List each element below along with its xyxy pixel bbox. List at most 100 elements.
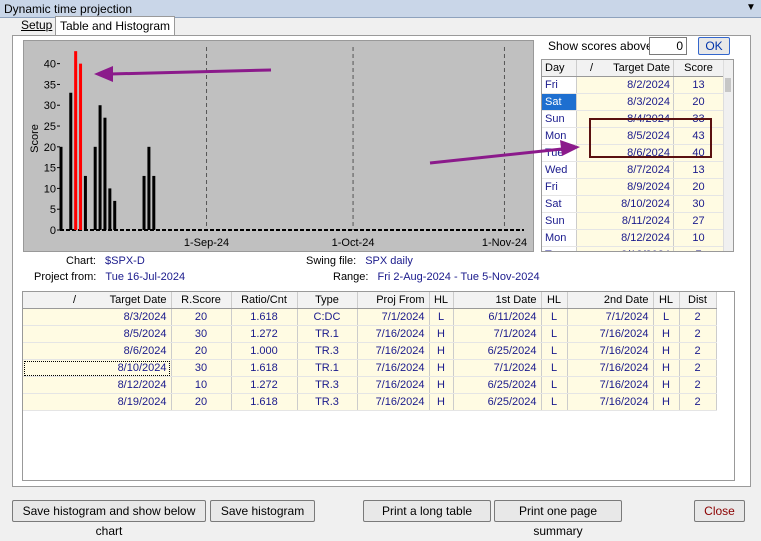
detail-col-header[interactable]: / Target Date — [23, 292, 172, 309]
histogram-svg: 0 5 10 15 20 25 30 35 40 Score 1-Sep-24 1-Oct-24 1-N… — [29, 47, 527, 249]
ok-button[interactable]: OK — [698, 37, 730, 55]
detail-col-header[interactable]: 2nd Date — [567, 292, 654, 309]
score-cell-date: 8/6/2024 — [576, 144, 674, 162]
tab-table-and-histogram-label: Table and Histogram — [60, 19, 171, 33]
score-cell-day: Sat — [542, 93, 577, 111]
score-row[interactable]: Wed 8/7/2024 13 — [542, 161, 724, 179]
detail-cell: 7/1/2024 — [357, 308, 430, 326]
detail-col-header[interactable]: HL — [541, 292, 568, 309]
detail-cell: 2 — [679, 393, 717, 411]
detail-col-header[interactable]: HL — [653, 292, 680, 309]
detail-cell: 8/6/2024 — [23, 342, 172, 360]
show-scores-label: Show scores above: — [548, 39, 657, 53]
score-row[interactable]: Sun 8/11/2024 27 — [542, 212, 724, 230]
score-table: Day / Target Date Score Fri 8/2/2024 13 Sat 8… — [541, 59, 734, 252]
detail-cell: H — [653, 325, 680, 343]
down-arrow-icon[interactable]: ▼ — [745, 2, 757, 14]
score-cell-score: 7 — [673, 246, 724, 251]
score-cell-date: 8/5/2024 — [576, 127, 674, 145]
save-histogram-button[interactable]: Save histogram — [210, 500, 315, 522]
score-cell-day: Tue — [542, 144, 577, 162]
histogram-bar — [74, 51, 78, 231]
print-long-table-button[interactable]: Print a long table — [363, 500, 491, 522]
x-tick-label: 1-Nov-24 — [482, 237, 527, 249]
detail-cell: 2 — [679, 376, 717, 394]
sort-glyph: / — [73, 294, 77, 306]
col-day[interactable]: Day — [542, 60, 577, 77]
chart-value: $SPX-D — [105, 255, 145, 267]
detail-cell: 2 — [679, 308, 717, 326]
detail-col-header[interactable]: HL — [429, 292, 454, 309]
y-tick-label: 10 — [44, 183, 56, 195]
score-row[interactable]: Sun 8/4/2024 33 — [542, 110, 724, 128]
detail-col-header[interactable]: R.Score — [171, 292, 232, 309]
close-button[interactable]: Close — [694, 500, 745, 522]
detail-col-header[interactable]: Type — [297, 292, 358, 309]
detail-row[interactable]: 8/19/2024 20 1.618 TR.3 7/16/2024 H 6/25/2024 L… — [23, 393, 717, 411]
y-tick-label: 35 — [44, 79, 56, 91]
detail-cell: 8/10/2024 — [23, 359, 172, 377]
print-summary-button[interactable]: Print one page summary — [494, 500, 622, 538]
detail-row[interactable]: 8/6/2024 20 1.000 TR.3 7/16/2024 H 6/25/2024 L 7… — [23, 342, 717, 360]
detail-cell: 8/5/2024 — [23, 325, 172, 343]
detail-col-header[interactable]: Ratio/Cnt — [231, 292, 298, 309]
score-row[interactable]: Fri 8/2/2024 13 — [542, 76, 724, 94]
col-score[interactable]: Score — [673, 60, 724, 77]
score-cell-day: Sun — [542, 110, 577, 128]
detail-col-header[interactable]: Dist — [679, 292, 717, 309]
detail-cell: H — [429, 342, 454, 360]
score-cell-date: 8/2/2024 — [576, 76, 674, 94]
score-row[interactable]: Sat 8/10/2024 30 — [542, 195, 724, 213]
show-scores-input[interactable] — [649, 37, 687, 55]
detail-cell: 7/16/2024 — [357, 325, 430, 343]
score-cell-score: 40 — [673, 144, 724, 162]
tab-setup-label: Setup — [21, 18, 53, 32]
detail-cell: 30 — [171, 359, 232, 377]
score-row[interactable]: Fri 8/9/2024 20 — [542, 178, 724, 196]
histogram-chart: 0 5 10 15 20 25 30 35 40 Score 1-Sep-24 1-Oct-24 1-N… — [23, 40, 534, 252]
detail-cell: 30 — [171, 325, 232, 343]
scrollbar-thumb[interactable] — [725, 78, 731, 92]
detail-cell: H — [653, 342, 680, 360]
score-cell-date: 8/9/2024 — [576, 178, 674, 196]
save-histogram-and-show-button[interactable]: Save histogram and show below chart — [12, 500, 206, 538]
detail-cell: L — [541, 342, 568, 360]
project-from-label: Project from: — [34, 271, 97, 283]
score-row[interactable]: Sat 8/3/2024 20 — [542, 93, 724, 111]
detail-cell: 6/25/2024 — [453, 342, 542, 360]
range-label: Range: — [333, 271, 369, 283]
detail-cell: 10 — [171, 376, 232, 394]
detail-cell: 7/16/2024 — [567, 393, 654, 411]
y-tick-label: 25 — [44, 121, 56, 133]
swing-file-value: SPX daily — [365, 255, 413, 267]
score-row[interactable]: Tue 8/6/2024 40 — [542, 144, 724, 162]
tab-setup[interactable]: Setup — [17, 16, 56, 34]
detail-row[interactable]: 8/10/2024 30 1.618 TR.1 7/16/2024 H 7/1/2024 L 7… — [23, 359, 717, 377]
sort-glyph: / — [590, 62, 594, 74]
detail-cell: 1.272 — [231, 376, 298, 394]
col-target-date[interactable]: / Target Date — [576, 60, 674, 77]
score-row[interactable]: Mon 8/12/2024 10 — [542, 229, 724, 247]
detail-cell: 7/16/2024 — [357, 393, 430, 411]
histogram-bar — [93, 146, 97, 230]
score-cell-date: 8/4/2024 — [576, 110, 674, 128]
y-axis-label: Score — [29, 124, 41, 153]
detail-col-header[interactable]: Proj From — [357, 292, 430, 309]
score-row[interactable]: Mon 8/5/2024 43 — [542, 127, 724, 145]
score-row[interactable]: Tue8/13/20247 — [542, 246, 724, 251]
histogram-bar — [108, 188, 112, 230]
tab-table-and-histogram[interactable]: Table and Histogram — [55, 16, 176, 36]
detail-row[interactable]: 8/12/2024 10 1.272 TR.3 7/16/2024 H 6/25/2024 L… — [23, 376, 717, 394]
detail-cell: H — [429, 376, 454, 394]
histogram-bar — [152, 175, 156, 230]
score-cell-day: Mon — [542, 127, 577, 145]
detail-col-header[interactable]: 1st Date — [453, 292, 542, 309]
x-tick-label: 1-Sep-24 — [184, 237, 229, 249]
detail-row[interactable]: 8/5/2024 30 1.272 TR.1 7/16/2024 H 7/1/2024 L 7/… — [23, 325, 717, 343]
score-table-scrollbar[interactable] — [723, 60, 733, 251]
detail-cell: L — [541, 393, 568, 411]
detail-row[interactable]: 8/3/2024 20 1.618 C:DC 7/1/2024 L 6/11/2024 L 7/… — [23, 308, 717, 326]
score-cell-day: Fri — [542, 178, 577, 196]
score-cell-score: 20 — [673, 93, 724, 111]
detail-cell: 20 — [171, 342, 232, 360]
